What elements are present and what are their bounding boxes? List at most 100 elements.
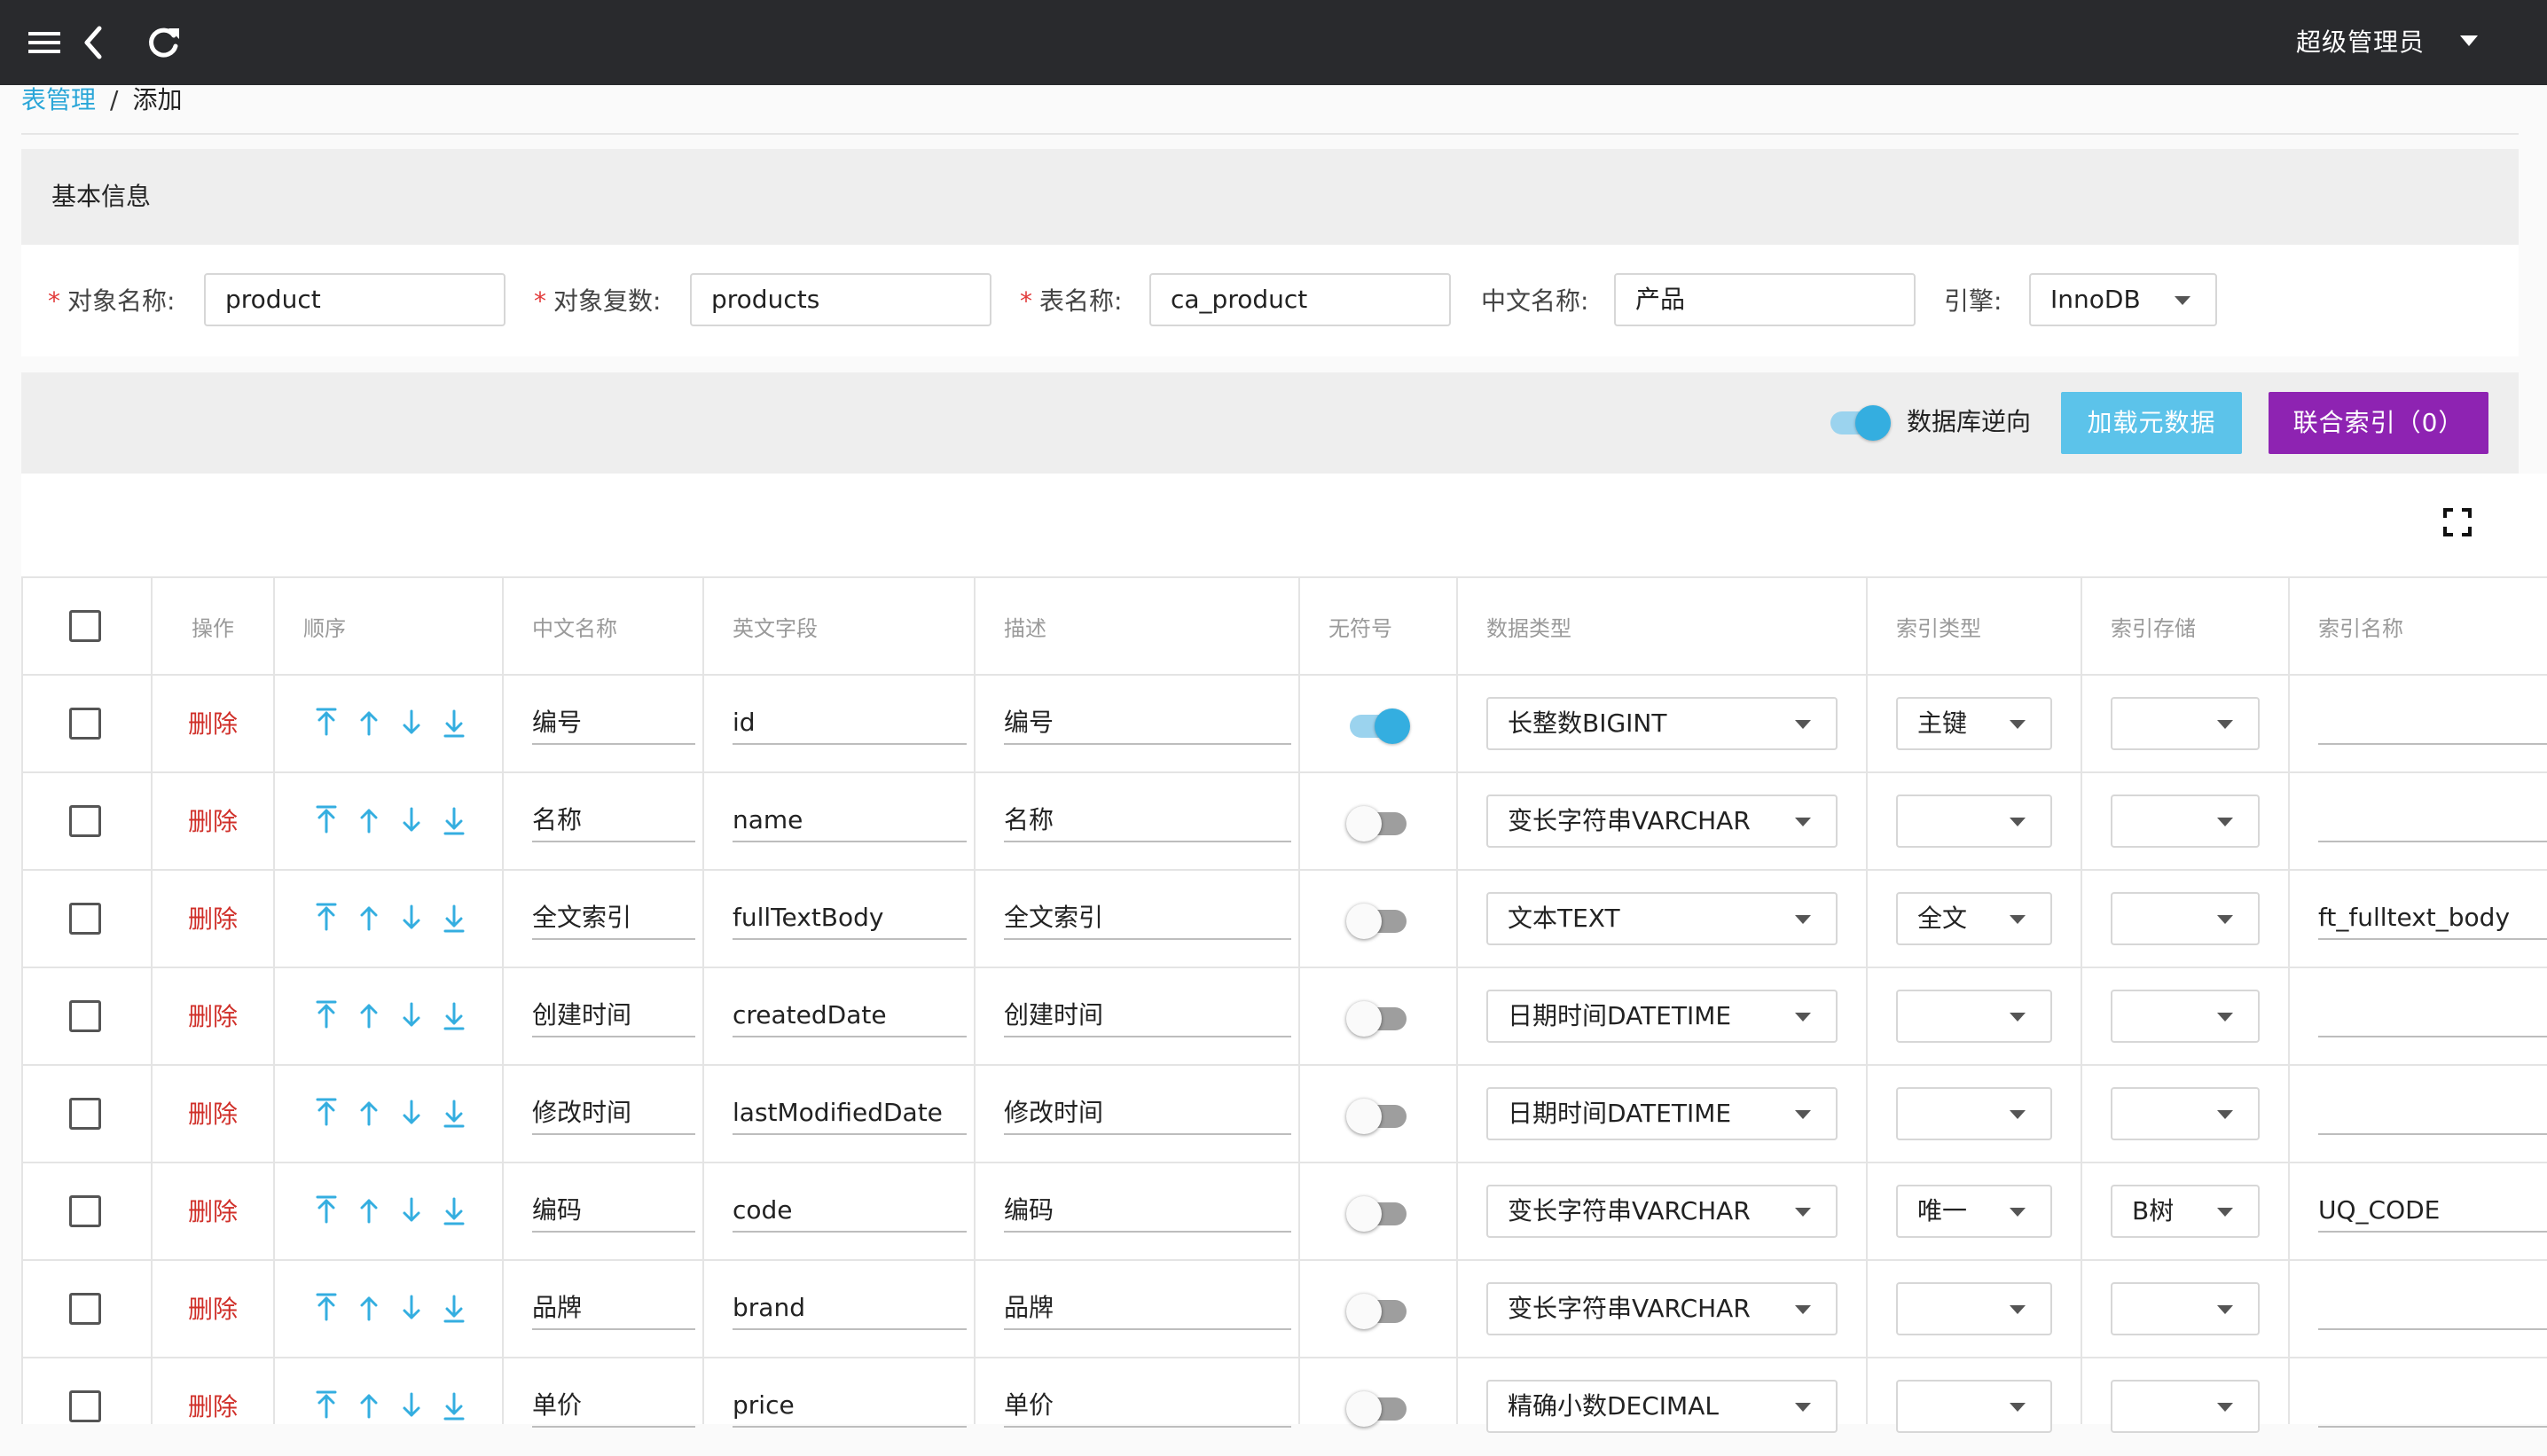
index-name-field[interactable]	[2318, 1094, 2547, 1135]
cn-name-field[interactable]: 修改时间	[532, 1094, 695, 1135]
row-checkbox[interactable]	[69, 708, 101, 740]
row-checkbox[interactable]	[69, 1293, 101, 1325]
index-name-field[interactable]	[2318, 1387, 2547, 1428]
delete-link[interactable]: 删除	[188, 805, 238, 839]
desc-field[interactable]: 编号	[1004, 704, 1291, 745]
index-storage-select[interactable]	[2111, 990, 2260, 1043]
user-menu-label[interactable]: 超级管理员	[2296, 21, 2425, 64]
back-icon[interactable]	[69, 18, 119, 67]
index-name-field[interactable]	[2318, 997, 2547, 1037]
index-storage-select[interactable]	[2111, 1380, 2260, 1433]
delete-link[interactable]: 删除	[188, 708, 238, 741]
desc-field[interactable]: 品牌	[1004, 1289, 1291, 1330]
index-storage-select[interactable]	[2111, 1282, 2260, 1335]
en-field-input[interactable]: name	[733, 802, 967, 842]
reorder-arrows-icon[interactable]	[310, 704, 488, 743]
desc-field[interactable]: 编码	[1004, 1192, 1291, 1233]
delete-link[interactable]: 删除	[188, 1195, 238, 1229]
reorder-arrows-icon[interactable]	[310, 1094, 488, 1133]
index-name-field[interactable]	[2318, 704, 2547, 745]
delete-link[interactable]: 删除	[188, 1293, 238, 1327]
load-metadata-button[interactable]: 加载元数据	[2061, 392, 2242, 454]
en-field-input[interactable]: lastModifiedDate	[733, 1094, 967, 1135]
index-type-select[interactable]: 唯一	[1896, 1185, 2052, 1238]
reorder-arrows-icon[interactable]	[310, 802, 488, 841]
desc-field[interactable]: 创建时间	[1004, 997, 1291, 1037]
table-row: 删除 编码 code 编码 变长字符串VARCHAR 唯一 B树 UQ_CODE	[21, 1162, 2547, 1261]
index-type-select[interactable]	[1896, 990, 2052, 1043]
cn-name-field[interactable]: 创建时间	[532, 997, 695, 1037]
delete-link[interactable]: 删除	[188, 1390, 238, 1424]
index-name-field[interactable]	[2318, 802, 2547, 842]
index-storage-select[interactable]	[2111, 1087, 2260, 1140]
caret-down-icon[interactable]	[2460, 35, 2478, 46]
index-type-select[interactable]	[1896, 1087, 2052, 1140]
refresh-icon[interactable]	[138, 18, 188, 67]
fullscreen-icon[interactable]	[2442, 507, 2473, 537]
index-storage-select[interactable]	[2111, 697, 2260, 750]
desc-field[interactable]: 名称	[1004, 802, 1291, 842]
reorder-arrows-icon[interactable]	[310, 1289, 488, 1328]
en-field-input[interactable]: id	[733, 704, 967, 745]
cn-name-field[interactable]: 名称	[532, 802, 695, 842]
desc-field[interactable]: 全文索引	[1004, 899, 1291, 940]
composite-index-button[interactable]: 联合索引（0）	[2269, 392, 2488, 454]
index-storage-select[interactable]: B树	[2111, 1185, 2260, 1238]
index-name-field[interactable]: ft_fulltext_body	[2318, 899, 2547, 940]
reverse-toggle-label: 数据库逆向	[1907, 407, 2032, 436]
data-type-select[interactable]: 精确小数DECIMAL	[1486, 1380, 1838, 1433]
breadcrumb-parent-link[interactable]: 表管理	[21, 85, 96, 114]
cn-name-field[interactable]: 品牌	[532, 1289, 695, 1330]
data-type-select[interactable]: 长整数BIGINT	[1486, 697, 1838, 750]
en-field-input[interactable]: code	[733, 1192, 967, 1233]
row-checkbox[interactable]	[69, 1390, 101, 1422]
data-type-select[interactable]: 文本TEXT	[1486, 892, 1838, 945]
index-name-field[interactable]: UQ_CODE	[2318, 1192, 2547, 1233]
index-storage-select[interactable]	[2111, 795, 2260, 848]
index-type-select[interactable]: 全文	[1896, 892, 2052, 945]
index-type-select[interactable]	[1896, 1380, 2052, 1433]
cn-name-field[interactable]: 编码	[532, 1192, 695, 1233]
data-type-value: 变长字符串VARCHAR	[1508, 806, 1751, 835]
row-checkbox[interactable]	[69, 1098, 101, 1130]
row-checkbox[interactable]	[69, 805, 101, 837]
row-checkbox[interactable]	[69, 1195, 101, 1227]
data-type-select[interactable]: 日期时间DATETIME	[1486, 990, 1838, 1043]
data-type-select[interactable]: 变长字符串VARCHAR	[1486, 1185, 1838, 1238]
data-type-select[interactable]: 日期时间DATETIME	[1486, 1087, 1838, 1140]
reorder-arrows-icon[interactable]	[310, 1192, 488, 1231]
delete-link[interactable]: 删除	[188, 903, 238, 936]
reorder-arrows-icon[interactable]	[310, 899, 488, 938]
engine-select[interactable]: InnoDB	[2029, 273, 2217, 326]
index-type-select[interactable]: 主键	[1896, 697, 2052, 750]
cn-name-input[interactable]: 产品	[1614, 273, 1916, 326]
desc-field[interactable]: 修改时间	[1004, 1094, 1291, 1135]
desc-field[interactable]: 单价	[1004, 1387, 1291, 1428]
data-type-select[interactable]: 变长字符串VARCHAR	[1486, 1282, 1838, 1335]
row-checkbox[interactable]	[69, 903, 101, 935]
en-field-input[interactable]: price	[733, 1387, 967, 1428]
delete-link[interactable]: 删除	[188, 1098, 238, 1131]
reorder-arrows-icon[interactable]	[310, 1387, 488, 1426]
object-name-input[interactable]: product	[204, 273, 505, 326]
index-type-select[interactable]	[1896, 795, 2052, 848]
delete-link[interactable]: 删除	[188, 1000, 238, 1034]
data-type-select[interactable]: 变长字符串VARCHAR	[1486, 795, 1838, 848]
select-all-checkbox[interactable]	[69, 610, 101, 642]
cn-name-field[interactable]: 编号	[532, 704, 695, 745]
chevron-down-icon	[2010, 720, 2026, 729]
table-name-input[interactable]: ca_product	[1149, 273, 1451, 326]
en-field-input[interactable]: brand	[733, 1289, 967, 1330]
row-checkbox[interactable]	[69, 1000, 101, 1032]
menu-icon[interactable]	[20, 18, 69, 67]
en-field-input[interactable]: createdDate	[733, 997, 967, 1037]
cn-name-field[interactable]: 全文索引	[532, 899, 695, 940]
reorder-arrows-icon[interactable]	[310, 997, 488, 1036]
data-type-value: 文本TEXT	[1508, 904, 1620, 933]
index-storage-select[interactable]	[2111, 892, 2260, 945]
index-name-field[interactable]	[2318, 1289, 2547, 1330]
index-type-select[interactable]	[1896, 1282, 2052, 1335]
cn-name-field[interactable]: 单价	[532, 1387, 695, 1428]
object-plural-input[interactable]: products	[690, 273, 991, 326]
en-field-input[interactable]: fullTextBody	[733, 899, 967, 940]
